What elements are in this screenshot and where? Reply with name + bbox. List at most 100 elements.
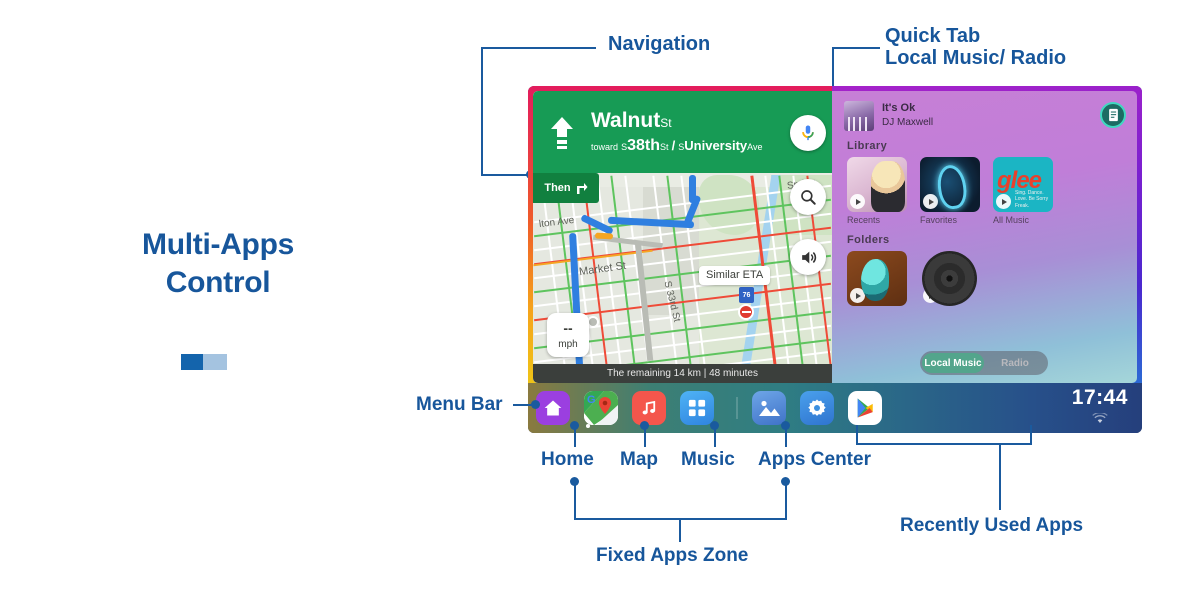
- annotation-menu-bar: Menu Bar: [416, 394, 503, 415]
- annotation-home: Home: [541, 449, 594, 470]
- leader-music-dot: [710, 421, 719, 430]
- pagination-segment-inactive[interactable]: [203, 354, 227, 370]
- photos-icon: [759, 400, 780, 416]
- leader-navigation-to-device: [481, 174, 531, 176]
- navigation-panel[interactable]: lton Ave Market St S 33rd St Spring 76: [528, 86, 832, 383]
- bracket-fixed-left-dot: [570, 477, 579, 486]
- car-infotainment-screen: lton Ave Market St S 33rd St Spring 76: [528, 86, 1142, 433]
- folder-tile-art: [847, 251, 907, 306]
- library-tile-all-music[interactable]: glee Sing. Dance. Love. Be Sorry Freak. …: [993, 157, 1053, 225]
- home-app-button[interactable]: [536, 391, 570, 425]
- clock: 17:44: [1072, 387, 1134, 429]
- gear-icon: [808, 399, 826, 416]
- library-tile-art: [920, 157, 980, 212]
- pagination-segment-active[interactable]: [181, 354, 203, 370]
- then-instruction-badge: Then: [533, 173, 599, 203]
- settings-app-button[interactable]: [800, 391, 834, 425]
- volume-icon: [801, 251, 816, 263]
- play-icon[interactable]: [850, 194, 865, 209]
- annotation-fixed-apps-zone: Fixed Apps Zone: [596, 545, 749, 566]
- volume-button[interactable]: [790, 239, 826, 275]
- play-store-icon: [857, 398, 873, 418]
- speedometer: -- mph: [547, 313, 589, 357]
- play-store-button[interactable]: [848, 391, 882, 425]
- search-icon: [801, 190, 816, 205]
- toggle-local-music[interactable]: Local Music: [922, 353, 984, 373]
- toward-prefix: toward: [591, 141, 619, 152]
- annotation-navigation: Navigation: [608, 33, 711, 55]
- toward-street-suffix: Ave: [747, 141, 763, 152]
- wifi-icon: [1072, 411, 1128, 429]
- music-note-icon: [642, 400, 656, 415]
- toggle-radio[interactable]: Radio: [984, 353, 1046, 373]
- clock-time: 17:44: [1071, 386, 1128, 409]
- now-playing-artist: DJ Maxwell: [882, 117, 934, 129]
- svg-text:G: G: [587, 394, 596, 406]
- bracket-fixed-left: [574, 481, 576, 520]
- straight-arrow-icon: [533, 115, 591, 149]
- leader-quicktab-horizontal: [832, 47, 880, 49]
- page-title: Multi-Apps Control: [118, 226, 318, 303]
- apps-center-button[interactable]: [680, 391, 714, 425]
- leader-navigation-vertical: [481, 48, 483, 176]
- bracket-fixed-right-dot: [781, 477, 790, 486]
- navigation-street-name: Walnut: [591, 109, 661, 133]
- playlist-button[interactable]: [1100, 102, 1126, 128]
- navigation-street-suffix: St: [660, 116, 672, 131]
- bracket-fixed-stem: [679, 518, 681, 542]
- music-panel[interactable]: It's Ok DJ Maxwell Library Recents Favor…: [832, 86, 1142, 383]
- glee-subtitle: Sing. Dance. Love. Be Sorry Freak.: [1015, 190, 1049, 209]
- library-tile-art: [847, 157, 907, 212]
- split-screen-area: lton Ave Market St S 33rd St Spring 76: [528, 86, 1142, 383]
- leader-navigation-horizontal: [481, 47, 596, 49]
- speed-unit: mph: [558, 338, 578, 350]
- bracket-fixed-right: [785, 481, 787, 520]
- toward-number-suffix: St: [660, 141, 669, 152]
- library-tiles: Recents Favorites glee Sing. Dance. Love: [844, 157, 1125, 225]
- annotation-music: Music: [681, 449, 735, 470]
- search-button[interactable]: [790, 179, 826, 215]
- leader-map-dot: [640, 421, 649, 430]
- folder-tile-2[interactable]: [920, 251, 980, 306]
- library-heading: Library: [847, 140, 888, 152]
- leader-apps-center-dot: [781, 421, 790, 430]
- annotation-quick-tab-line1: Quick Tab: [885, 25, 981, 47]
- toward-number: 38th: [627, 136, 660, 154]
- playlist-icon: [1108, 108, 1118, 122]
- page-title-line2: Control: [165, 266, 271, 300]
- leader-menubar-dot: [531, 400, 540, 409]
- play-icon[interactable]: [923, 288, 938, 303]
- mic-button[interactable]: [790, 115, 826, 151]
- music-panel-inner: It's Ok DJ Maxwell Library Recents Favor…: [832, 91, 1137, 383]
- annotation-map: Map: [620, 449, 658, 470]
- library-tile-label: Recents: [847, 215, 881, 225]
- then-label: Then: [544, 182, 571, 194]
- play-icon[interactable]: [923, 194, 938, 209]
- home-icon: [544, 400, 562, 416]
- speed-value: --: [563, 319, 573, 336]
- play-icon[interactable]: [850, 288, 865, 303]
- annotation-apps-center: Apps Center: [758, 449, 871, 470]
- folder-tile-1[interactable]: [847, 251, 907, 306]
- gallery-app-button[interactable]: [752, 391, 786, 425]
- album-art: [844, 101, 874, 131]
- turn-right-icon: [576, 183, 588, 194]
- play-icon[interactable]: [996, 194, 1011, 209]
- source-toggle[interactable]: Local Music Radio: [920, 351, 1048, 375]
- music-app-button[interactable]: [632, 391, 666, 425]
- now-playing[interactable]: It's Ok DJ Maxwell: [844, 101, 1125, 131]
- annotation-quick-tab-line2: Local Music/ Radio: [885, 47, 1067, 70]
- no-entry-icon: [738, 304, 754, 320]
- pagination-indicator[interactable]: [181, 354, 227, 370]
- map-app-button[interactable]: G: [584, 391, 618, 425]
- google-maps-icon: G: [584, 391, 618, 425]
- menu-bar-divider: [736, 397, 738, 419]
- bracket-recent-left: [856, 425, 858, 444]
- library-tile-favorites[interactable]: Favorites: [920, 157, 980, 225]
- library-tile-recents[interactable]: Recents: [847, 157, 907, 225]
- navigation-panel-inner: lton Ave Market St S 33rd St Spring 76: [533, 91, 832, 383]
- bracket-recent-top: [856, 443, 1032, 445]
- eta-status-bar: The remaining 14 km | 48 minutes: [533, 364, 832, 383]
- folder-tile-art: [920, 251, 980, 306]
- leader-home-dot: [570, 421, 579, 430]
